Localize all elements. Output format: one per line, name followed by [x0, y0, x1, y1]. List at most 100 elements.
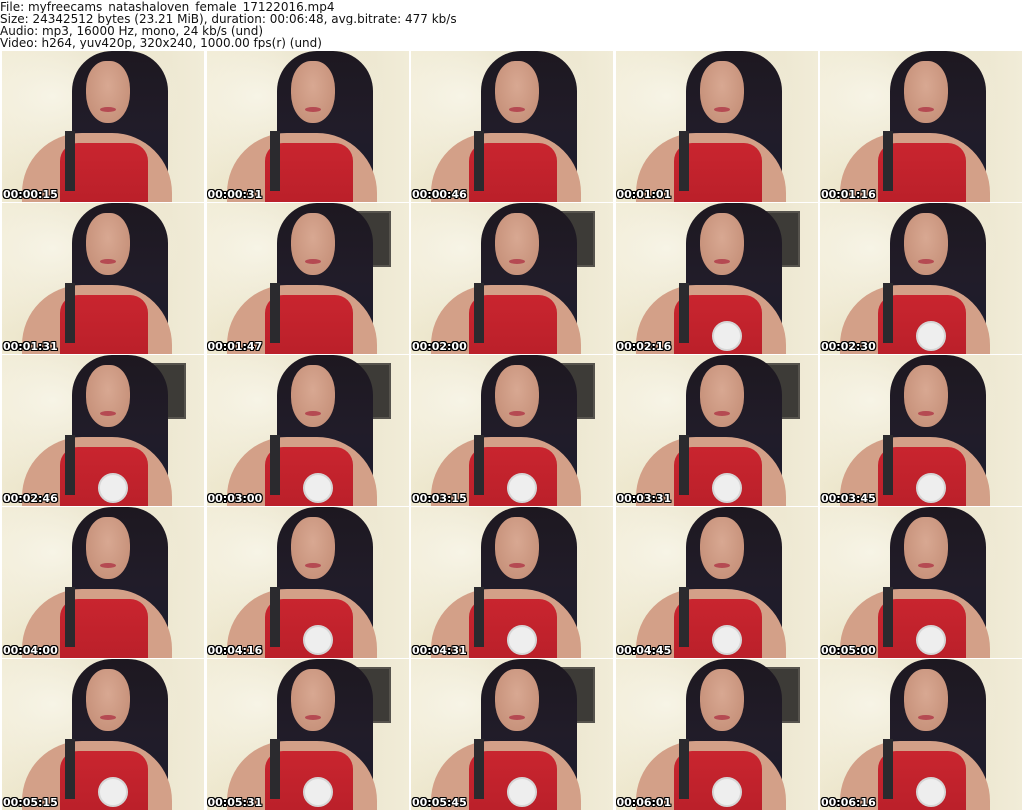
shirt-badge-shape [711, 777, 742, 807]
face-shape [495, 61, 539, 123]
top-strap-shape [678, 283, 689, 343]
video-frame-thumbnail: 00:03:15 [411, 355, 613, 506]
shirt-badge-shape [711, 321, 742, 351]
frame-timestamp: 00:01:01 [616, 188, 672, 201]
video-frame-thumbnail: 00:00:15 [2, 51, 204, 202]
top-strap-shape [269, 739, 280, 799]
top-strap-shape [269, 587, 280, 647]
lips-shape [713, 107, 730, 112]
face-shape [495, 365, 539, 427]
video-frame-thumbnail: 00:02:00 [411, 203, 613, 354]
lips-shape [304, 259, 321, 264]
top-strap-shape [883, 283, 893, 343]
info-header: File: myfreecams_natashaloven_female_171… [0, 0, 1024, 50]
frame-timestamp: 00:06:01 [616, 796, 672, 809]
face-shape [699, 669, 744, 731]
top-strap-shape [883, 587, 893, 647]
shirt-badge-shape [98, 777, 128, 807]
lips-shape [100, 563, 116, 568]
lips-shape [713, 715, 730, 720]
top-strap-shape [474, 131, 484, 191]
lips-shape [509, 107, 525, 112]
lips-shape [713, 259, 730, 264]
video-info-line: Video: h264, yuv420p, 320x240, 1000.00 f… [0, 37, 322, 49]
top-strap-shape [883, 131, 893, 191]
lips-shape [509, 715, 525, 720]
frame-timestamp: 00:06:16 [821, 796, 876, 809]
face-shape [904, 213, 948, 275]
face-shape [290, 213, 335, 275]
video-frame-thumbnail: 00:01:01 [615, 51, 818, 202]
shirt-badge-shape [302, 473, 333, 503]
video-frame-thumbnail: 00:04:45 [615, 507, 818, 658]
lips-shape [100, 715, 116, 720]
face-shape [699, 213, 744, 275]
frame-timestamp: 00:00:15 [3, 188, 58, 201]
face-shape [86, 61, 130, 123]
face-shape [699, 61, 744, 123]
audio-info-line: Audio: mp3, 16000 Hz, mono, 24 kb/s (und… [0, 25, 264, 37]
frame-timestamp: 00:03:31 [616, 492, 672, 505]
video-frame-thumbnail: 00:00:31 [206, 51, 409, 202]
face-shape [904, 61, 948, 123]
face-shape [290, 365, 335, 427]
shirt-badge-shape [98, 473, 128, 503]
frame-timestamp: 00:05:00 [821, 644, 876, 657]
top-strap-shape [65, 131, 75, 191]
shirt-badge-shape [507, 473, 537, 503]
face-shape [290, 61, 335, 123]
video-frame-thumbnail: 00:06:16 [820, 659, 1022, 810]
top-strap-shape [474, 435, 484, 495]
frame-timestamp: 00:03:15 [412, 492, 467, 505]
frame-timestamp: 00:02:16 [616, 340, 672, 353]
video-frame-thumbnail: 00:06:01 [615, 659, 818, 810]
shirt-badge-shape [916, 777, 946, 807]
video-frame-thumbnail: 00:03:00 [206, 355, 409, 506]
face-shape [904, 365, 948, 427]
video-frame-thumbnail: 00:03:31 [615, 355, 818, 506]
top-strap-shape [269, 283, 280, 343]
top-strap-shape [678, 131, 689, 191]
top-strap-shape [65, 587, 75, 647]
video-frame-thumbnail: 00:02:16 [615, 203, 818, 354]
lips-shape [713, 411, 730, 416]
top-strap-shape [883, 739, 893, 799]
lips-shape [918, 715, 934, 720]
lips-shape [100, 107, 116, 112]
frame-timestamp: 00:05:15 [3, 796, 58, 809]
frame-timestamp: 00:03:00 [207, 492, 263, 505]
top-strap-shape [883, 435, 893, 495]
lips-shape [918, 259, 934, 264]
video-frame-thumbnail: 00:02:30 [820, 203, 1022, 354]
video-frame-thumbnail: 00:03:45 [820, 355, 1022, 506]
face-shape [904, 669, 948, 731]
top-strap-shape [678, 587, 689, 647]
thumbnail-grid: 00:00:15 00:00:31 00:00:46 00:01:01 00:01:16… [2, 51, 1022, 811]
lips-shape [509, 563, 525, 568]
lips-shape [918, 411, 934, 416]
video-frame-thumbnail: 00:01:47 [206, 203, 409, 354]
lips-shape [509, 411, 525, 416]
lips-shape [918, 107, 934, 112]
top-strap-shape [65, 739, 75, 799]
face-shape [86, 365, 130, 427]
lips-shape [304, 715, 321, 720]
frame-timestamp: 00:04:45 [616, 644, 672, 657]
lips-shape [509, 259, 525, 264]
shirt-badge-shape [916, 473, 946, 503]
frame-timestamp: 00:04:16 [207, 644, 263, 657]
face-shape [699, 517, 744, 579]
top-strap-shape [678, 435, 689, 495]
shirt-badge-shape [302, 777, 333, 807]
frame-timestamp: 00:00:46 [412, 188, 467, 201]
lips-shape [100, 411, 116, 416]
file-size-line: Size: 24342512 bytes (23.21 MiB), durati… [0, 13, 457, 25]
shirt-badge-shape [916, 625, 946, 655]
frame-timestamp: 00:04:00 [3, 644, 58, 657]
face-shape [290, 517, 335, 579]
lips-shape [100, 259, 116, 264]
frame-timestamp: 00:01:47 [207, 340, 263, 353]
video-frame-thumbnail: 00:04:31 [411, 507, 613, 658]
video-frame-thumbnail: 00:05:00 [820, 507, 1022, 658]
face-shape [495, 213, 539, 275]
